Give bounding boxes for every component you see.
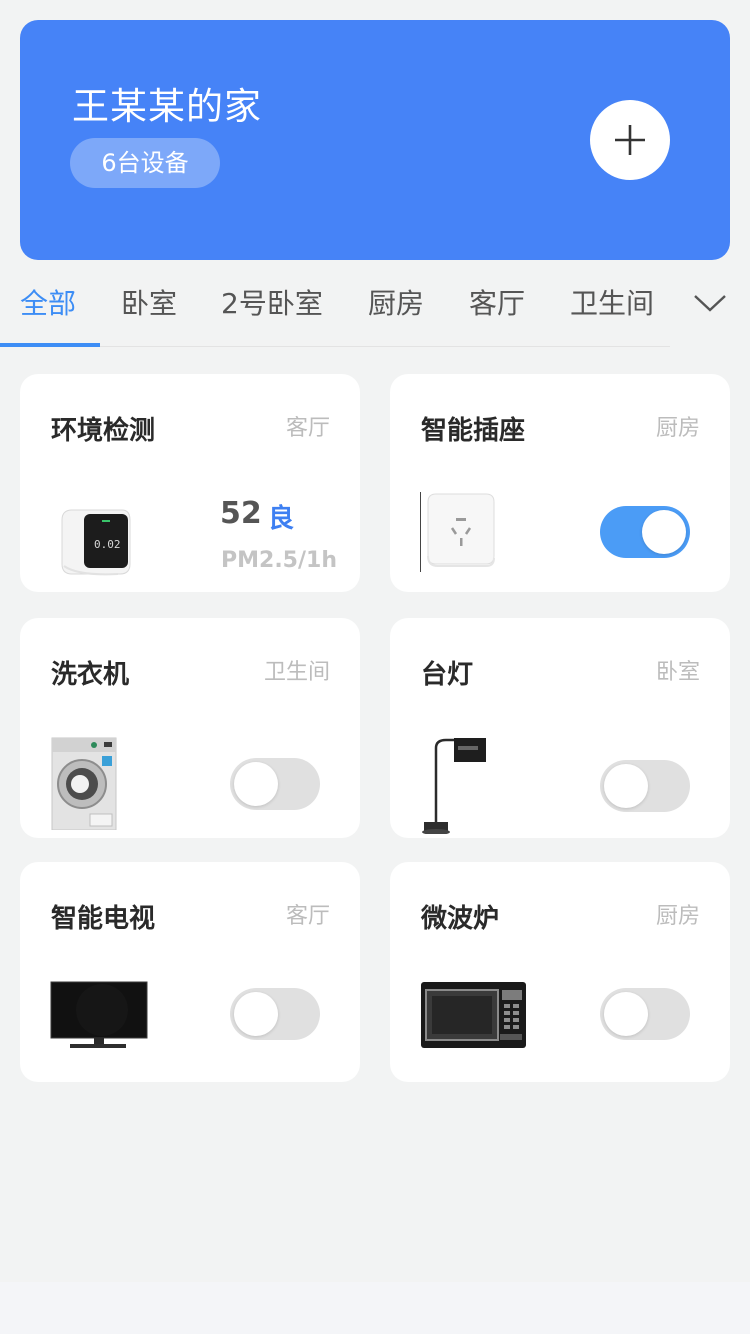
smart-plug-icon [427,493,495,567]
image-edge-line [420,492,421,572]
device-name: 洗衣机 [51,660,130,690]
device-card-smart-tv[interactable]: 智能电视 客厅 [20,862,360,1082]
room-tabs: 全部 卧室 2号卧室 厨房 客厅 卫生间 [0,262,750,348]
device-card-desk-lamp[interactable]: 台灯 卧室 [390,618,730,838]
device-room: 厨房 [655,904,700,929]
active-tab-indicator [0,343,100,347]
device-count-badge: 6台设备 [70,138,220,188]
device-room: 厨房 [655,416,700,441]
air-quality-grade: 良 [268,504,295,534]
bottom-area [0,1282,750,1334]
more-tabs-button[interactable] [690,288,730,318]
power-toggle[interactable] [600,760,690,812]
microwave-icon [421,982,526,1048]
power-toggle[interactable] [230,988,320,1040]
tab-kitchen[interactable]: 厨房 [368,282,424,326]
plus-icon [615,125,645,155]
home-title: 王某某的家 [72,85,262,128]
toggle-knob [234,992,278,1036]
air-quality-unit: PM2.5/1h [221,548,337,573]
tab-bedroom[interactable]: 卧室 [121,282,177,326]
device-room: 客厅 [285,904,330,929]
power-toggle[interactable] [600,506,690,558]
device-name: 台灯 [421,660,474,690]
device-room: 客厅 [285,416,330,441]
tab-all[interactable]: 全部 [20,282,76,326]
add-device-button[interactable] [590,100,670,180]
chevron-down-icon [694,295,726,312]
power-toggle[interactable] [600,988,690,1040]
device-name: 微波炉 [421,904,500,934]
device-card-microwave[interactable]: 微波炉 厨房 [390,862,730,1082]
tab-bedroom-2[interactable]: 2号卧室 [221,282,323,326]
toggle-knob [642,510,686,554]
tabs-divider [0,346,670,347]
air-quality-value: 52 [220,496,262,531]
desk-lamp-icon [422,738,486,834]
power-toggle[interactable] [230,758,320,810]
tab-living-room[interactable]: 客厅 [469,282,525,326]
device-card-washing-machine[interactable]: 洗衣机 卫生间 [20,618,360,838]
toggle-knob [234,762,278,806]
device-name: 智能电视 [51,904,156,934]
tab-bathroom[interactable]: 卫生间 [570,282,654,326]
device-room: 卧室 [655,660,700,685]
tv-icon [50,981,148,1048]
device-name: 环境检测 [51,416,156,446]
toggle-knob [604,992,648,1036]
washing-machine-icon [51,737,117,830]
toggle-knob [604,764,648,808]
home-card: 王某某的家 6台设备 [20,20,730,260]
device-card-smart-plug[interactable]: 智能插座 厨房 [390,374,730,592]
air-monitor-icon: 0.02 [61,509,131,576]
device-name: 智能插座 [421,416,526,446]
svg-text:0.02: 0.02 [94,538,121,551]
device-card-air-monitor[interactable]: 环境检测 客厅 0.02 52 良 PM2.5/1h [20,374,360,592]
device-room: 卫生间 [263,660,330,685]
